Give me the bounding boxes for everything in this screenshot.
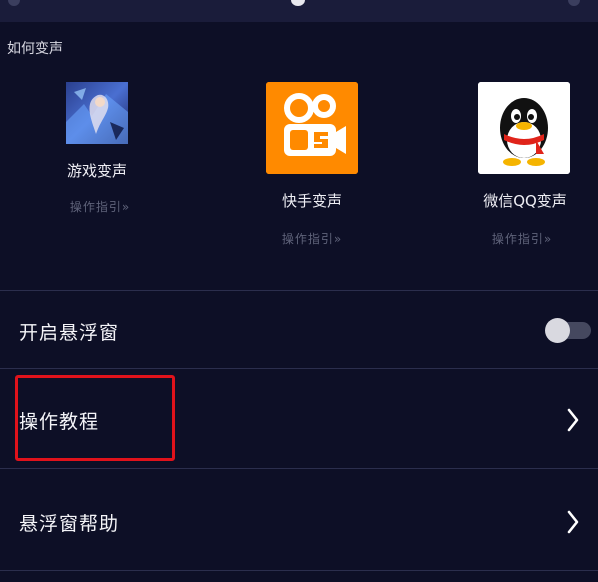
divider xyxy=(0,570,598,571)
floating-window-help-row[interactable]: 悬浮窗帮助 xyxy=(0,469,598,569)
floating-window-help-label: 悬浮窗帮助 xyxy=(19,513,120,535)
top-left-indicator xyxy=(8,0,20,6)
app-tile-game[interactable]: 游戏变声 操作指引» xyxy=(60,80,200,220)
top-center-indicator xyxy=(291,0,305,6)
game-hero-icon xyxy=(66,82,128,144)
app-guide-kuaishou[interactable]: 操作指引» xyxy=(272,230,352,247)
highlight-box xyxy=(15,375,175,461)
chevron-right-icon xyxy=(567,510,579,534)
app-tile-kuaishou[interactable]: 快手变声 操作指引» xyxy=(262,80,382,250)
voice-changer-settings-screen: 如何变声 游戏变声 操作指引» 快手变声 操作指引» 微信QQ变声 操作指引» … xyxy=(0,0,598,582)
floating-window-label: 开启悬浮窗 xyxy=(19,322,120,344)
app-name-game: 游戏变声 xyxy=(66,162,127,180)
floating-window-toggle[interactable] xyxy=(545,318,591,343)
qq-penguin-icon xyxy=(478,82,570,174)
app-name-qq: 微信QQ变声 xyxy=(483,192,567,210)
floating-window-toggle-row[interactable]: 开启悬浮窗 xyxy=(0,291,598,367)
section-title: 如何变声 xyxy=(7,41,63,57)
top-bar xyxy=(0,0,598,22)
toggle-knob xyxy=(545,318,570,343)
chevron-right-icon xyxy=(567,408,579,432)
kuaishou-logo-icon xyxy=(266,82,358,174)
app-tile-qq[interactable]: 微信QQ变声 操作指引» xyxy=(470,80,590,250)
top-right-indicator xyxy=(568,0,580,6)
app-name-kuaishou: 快手变声 xyxy=(281,192,342,210)
app-guide-game[interactable]: 操作指引» xyxy=(60,198,140,215)
app-guide-qq[interactable]: 操作指引» xyxy=(482,230,562,247)
